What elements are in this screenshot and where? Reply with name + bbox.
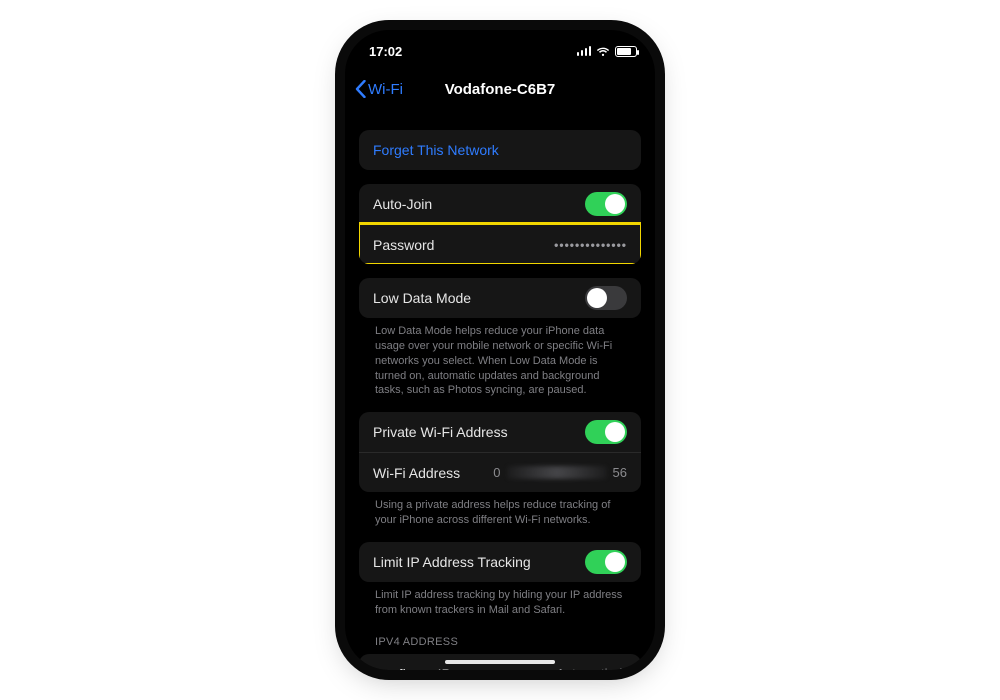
private-wifi-label: Private Wi-Fi Address: [373, 424, 508, 440]
forget-network-label: Forget This Network: [373, 142, 499, 158]
chevron-left-icon: [355, 80, 366, 98]
wifi-address-redacted: [507, 466, 607, 479]
private-wifi-row[interactable]: Private Wi-Fi Address: [359, 412, 641, 452]
private-wifi-note: Using a private address helps reduce tra…: [359, 492, 641, 528]
configure-ip-value: Automatic: [556, 666, 627, 670]
private-wifi-toggle[interactable]: [585, 420, 627, 444]
wifi-icon: [596, 46, 610, 57]
back-button[interactable]: Wi-Fi: [355, 80, 403, 98]
wifi-address-suffix: 56: [613, 465, 627, 480]
limit-ip-note: Limit IP address tracking by hiding your…: [359, 582, 641, 618]
limit-ip-toggle[interactable]: [585, 550, 627, 574]
configure-ip-label: Configure IP: [373, 666, 451, 670]
cellular-icon: [577, 46, 592, 56]
wifi-address-label: Wi-Fi Address: [373, 465, 460, 481]
low-data-mode-note: Low Data Mode helps reduce your iPhone d…: [359, 318, 641, 398]
limit-ip-row[interactable]: Limit IP Address Tracking: [359, 542, 641, 582]
low-data-mode-label: Low Data Mode: [373, 290, 471, 306]
forget-network-button[interactable]: Forget This Network: [359, 130, 641, 170]
iphone-frame: 17:02 Wi-Fi Vodafone-C6B7 Forget This N: [345, 30, 655, 670]
wifi-address-value: 0 56: [493, 465, 627, 480]
low-data-mode-toggle[interactable]: [585, 286, 627, 310]
notch: [430, 30, 570, 54]
status-time: 17:02: [369, 44, 402, 59]
auto-join-label: Auto-Join: [373, 196, 432, 212]
password-row[interactable]: Password ••••••••••••••: [359, 224, 641, 264]
wifi-address-prefix: 0: [493, 465, 500, 480]
back-label: Wi-Fi: [368, 81, 403, 98]
wifi-address-row[interactable]: Wi-Fi Address 0 56: [359, 452, 641, 492]
status-icons: [577, 46, 638, 57]
limit-ip-label: Limit IP Address Tracking: [373, 554, 531, 570]
nav-bar: Wi-Fi Vodafone-C6B7: [345, 72, 655, 106]
chevron-right-icon: [620, 668, 627, 670]
home-indicator[interactable]: [445, 660, 555, 664]
low-data-mode-row[interactable]: Low Data Mode: [359, 278, 641, 318]
auto-join-toggle[interactable]: [585, 192, 627, 216]
password-label: Password: [373, 237, 434, 253]
battery-icon: [615, 46, 637, 57]
auto-join-row[interactable]: Auto-Join: [359, 184, 641, 224]
ipv4-section-header: IPV4 ADDRESS: [359, 618, 641, 652]
password-mask: ••••••••••••••: [554, 238, 627, 252]
